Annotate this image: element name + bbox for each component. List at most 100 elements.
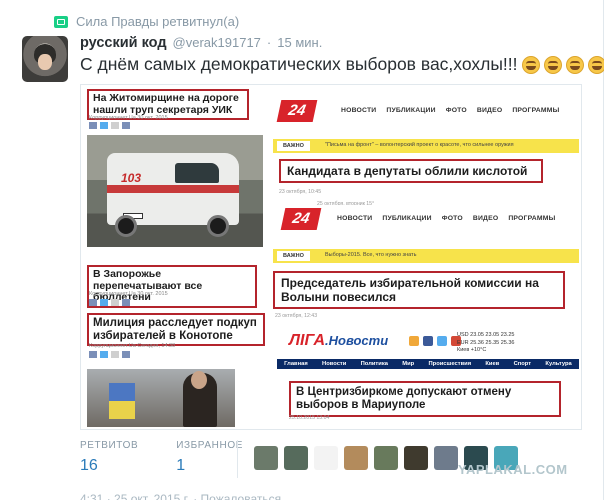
channel24-nav-1: НОВОСТИ ПУБЛИКАЦИИ ФОТО ВИДЕО ПРОГРАММЫ — [341, 107, 559, 114]
important-strip-2: ВАЖНО Выборы-2015. Все, что нужно знать — [273, 249, 579, 263]
stats-divider — [237, 440, 238, 478]
ukraine-flag-icon — [109, 383, 135, 419]
headline-mariupol-meta: 25.10.2015 13:04 — [289, 415, 330, 421]
liga-nav-item[interactable]: Новости — [322, 361, 346, 367]
nav-item-video[interactable]: ВИДЕО — [477, 107, 502, 114]
retweets-label: РЕТВИТОВ — [80, 440, 139, 451]
headline-konotop-text: Милиция расследует подкуп избирателей в … — [93, 317, 257, 342]
facebook-icon[interactable] — [423, 336, 433, 346]
engager-avatar[interactable] — [404, 446, 428, 470]
retweets-count: 16 — [80, 457, 98, 474]
tweet-timestamp[interactable]: 15 мин. — [277, 35, 322, 50]
engager-avatar[interactable] — [314, 446, 338, 470]
retweets-stat[interactable]: РЕТВИТОВ 16 — [80, 440, 138, 475]
currency-rates: USD 23.05 23.05 23.25 EUR 25.36 25.35 25… — [457, 332, 515, 353]
channel24-logo: 24 — [276, 100, 318, 122]
vk-icon — [122, 122, 130, 129]
rss-icon[interactable] — [409, 336, 419, 346]
ambulance-number: 103 — [121, 171, 142, 185]
liga-nav-item[interactable]: Политика — [361, 361, 388, 367]
headline-acid-text: Кандидата в депутаты облили кислотой — [287, 164, 528, 178]
nav-item-photo[interactable]: ФОТО — [442, 215, 463, 222]
tweet-text: С днём самых демократических выборов вас… — [80, 54, 604, 75]
important-badge: ВАЖНО — [277, 251, 310, 261]
nav-item-publications[interactable]: ПУБЛИКАЦИИ — [382, 215, 431, 222]
channel24-nav-2: НОВОСТИ ПУБЛИКАЦИИ ФОТО ВИДЕО ПРОГРАММЫ — [337, 215, 555, 222]
important-strip-text: Выборы-2015. Все, что нужно знать — [325, 252, 417, 258]
watermark: YAPLAKAL.COM — [458, 462, 568, 477]
nav-item-news[interactable]: НОВОСТИ — [337, 215, 372, 222]
user-handle[interactable]: @verak191717 — [173, 35, 261, 50]
important-badge: ВАЖНО — [277, 141, 310, 151]
twitter-icon — [100, 122, 108, 129]
avatar[interactable] — [22, 36, 68, 82]
laughing-emoji-icon — [565, 55, 584, 74]
headline-zhytomyr-text: На Житомирщине на дороге нашли труп секр… — [93, 92, 239, 116]
favorites-count: 1 — [176, 457, 186, 474]
headline-volyn-meta: 23 октября, 12:43 — [275, 313, 318, 319]
important-strip-1: ВАЖНО "Письма на фронт" – волонтерский п… — [273, 139, 579, 153]
retweet-icon — [54, 15, 68, 28]
crowd-photo — [87, 369, 235, 427]
tweet-text-content: С днём самых демократических выборов вас… — [80, 54, 518, 74]
channel24-header-2: 24 НОВОСТИ ПУБЛИКАЦИИ ФОТО ВИДЕО ПРОГРАМ… — [273, 205, 581, 233]
channel24-logo: 24 — [280, 208, 322, 230]
tweet-image[interactable]: На Житомирщине на дороге нашли труп секр… — [80, 84, 582, 430]
user-name[interactable]: русский код — [80, 35, 167, 51]
headline-zaporizhzhia-meta: Коррупционнет.Ua 30 окт. 2015 — [89, 291, 168, 297]
headline-konotop-meta: Коррупционнет.Ua Сегодня, 14:38 — [89, 343, 176, 349]
share-row — [89, 122, 130, 129]
time-separator: · — [266, 35, 272, 50]
liga-logo: ЛIГА.Новости — [289, 332, 389, 349]
facebook-icon — [89, 122, 97, 129]
liga-nav-item[interactable]: Киев — [485, 361, 499, 367]
liga-nav-item[interactable]: Главная — [284, 361, 308, 367]
nav-item-publications[interactable]: ПУБЛИКАЦИИ — [386, 107, 435, 114]
liga-nav: Главная Новости Политика Мир Происшестви… — [277, 359, 579, 369]
headline-acid-meta: 23 октября, 10:45 — [279, 189, 322, 195]
headline-zhytomyr-meta: Коррупционнет.Ua 30 окт. 2015 — [89, 115, 168, 121]
engager-avatar[interactable] — [254, 446, 278, 470]
favorites-stat[interactable]: ИЗБРАННОЕ 1 — [176, 440, 243, 475]
headline-volyn: Председатель избирательной комиссии на В… — [273, 271, 565, 309]
liga-nav-item[interactable]: Мир — [402, 361, 414, 367]
headline-mariupol-text: В Центризбиркоме допускают отмену выборо… — [296, 386, 512, 411]
nav-item-photo[interactable]: ФОТО — [446, 107, 467, 114]
retweet-context[interactable]: Сила Правды ретвитнул(а) — [54, 14, 239, 29]
laughing-emoji-icon — [587, 55, 604, 74]
important-strip-text: "Письма на фронт" – волонтерский проект … — [325, 142, 514, 148]
liga-nav-item[interactable]: Культура — [545, 361, 571, 367]
nav-item-video[interactable]: ВИДЕО — [473, 215, 498, 222]
ambulance-photo: 103 — [87, 135, 263, 247]
tweet-card: Сила Правды ретвитнул(а) русский код @ve… — [0, 0, 604, 500]
liga-nav-item[interactable]: Спорт — [514, 361, 532, 367]
retweet-context-text: Сила Правды ретвитнул(а) — [76, 14, 240, 29]
headline-zaporizhzhia-text: В Запорожье перепечатывают все бюллетени — [93, 268, 203, 303]
tweet-header: русский код @verak191717 · 15 мин. — [80, 35, 322, 51]
liga-social-icons — [409, 336, 461, 346]
share-icon — [111, 122, 119, 129]
headline-acid: Кандидата в депутаты облили кислотой — [279, 159, 543, 183]
laughing-emoji-icon — [521, 55, 540, 74]
headline-volyn-text: Председатель избирательной комиссии на В… — [281, 276, 539, 304]
headline-mariupol: В Центризбиркоме допускают отмену выборо… — [289, 381, 561, 417]
nav-item-news[interactable]: НОВОСТИ — [341, 107, 376, 114]
favorites-label: ИЗБРАННОЕ — [176, 440, 243, 451]
headline-konotop: Милиция расследует подкуп избирателей в … — [87, 313, 265, 346]
liga-nav-item[interactable]: Происшествия — [429, 361, 472, 367]
nav-item-programs[interactable]: ПРОГРАММЫ — [512, 107, 559, 114]
laughing-emoji-icon — [543, 55, 562, 74]
engager-avatar[interactable] — [374, 446, 398, 470]
engager-avatar[interactable] — [284, 446, 308, 470]
emoji-group — [520, 55, 604, 74]
channel24-header-1: 24 НОВОСТИ ПУБЛИКАЦИИ ФОТО ВИДЕО ПРОГРАМ… — [273, 97, 581, 125]
engager-avatar[interactable] — [434, 446, 458, 470]
share-row — [89, 351, 130, 358]
nav-item-programs[interactable]: ПРОГРАММЫ — [508, 215, 555, 222]
share-row — [89, 299, 130, 306]
liga-header: ЛIГА.Новости USD 23.05 23.05 23.25 EUR 2… — [273, 329, 579, 357]
twitter-icon[interactable] — [437, 336, 447, 346]
tweet-footer-timestamp[interactable]: 4:31 · 25 окт. 2015 г. · Пожаловаться — [80, 492, 281, 500]
engager-avatar[interactable] — [344, 446, 368, 470]
tweet-stats: РЕТВИТОВ 16 ИЗБРАННОЕ 1 — [80, 440, 243, 475]
